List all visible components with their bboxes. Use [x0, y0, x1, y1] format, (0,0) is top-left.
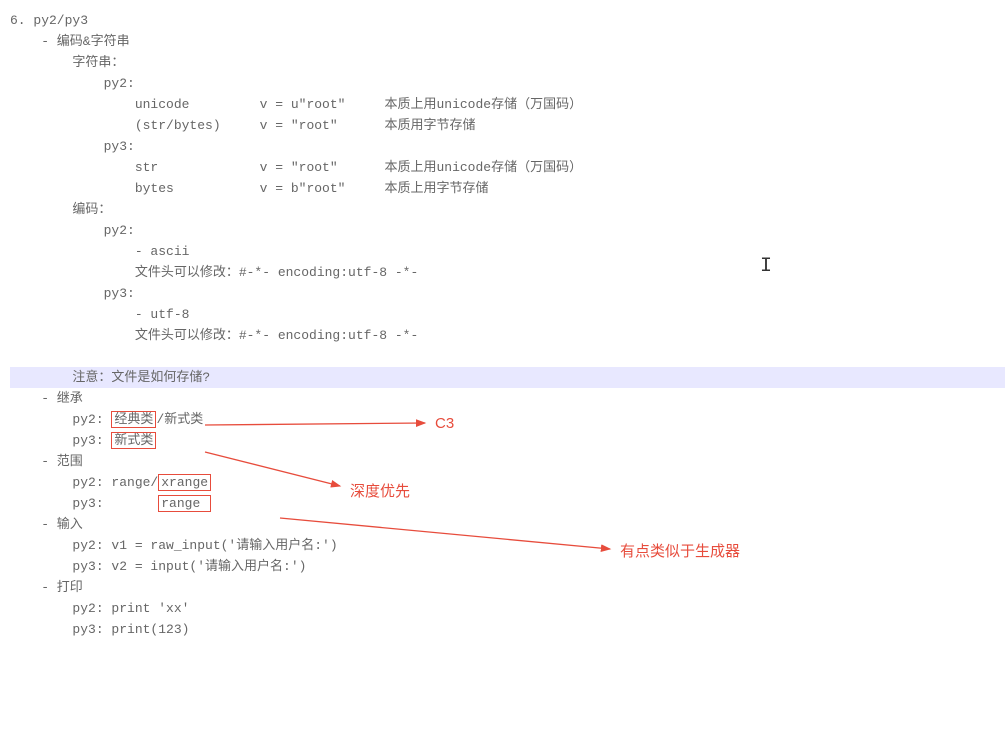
code-line: py3: — [10, 283, 1005, 304]
code-line: - 范围 — [10, 451, 1005, 472]
code-line: 字符串： — [10, 52, 1005, 73]
code-line: py3: 新式类 — [10, 430, 1005, 451]
code-line: (str/bytes) v = "root" 本质用字节存储 — [10, 115, 1005, 136]
code-line: - 打印 — [10, 577, 1005, 598]
code-line: py2: — [10, 73, 1005, 94]
code-line: py3: range — [10, 493, 1005, 514]
code-line: py3: v2 = input('请输入用户名:') — [10, 556, 1005, 577]
code-line: 文件头可以修改：#-*- encoding:utf-8 -*- — [10, 262, 1005, 283]
code-line: py3: — [10, 136, 1005, 157]
code-line: py2: v1 = raw_input('请输入用户名:') — [10, 535, 1005, 556]
boxed-text-classic-class: 经典类 — [111, 411, 156, 428]
highlighted-line: 注意：文件是如何存储? — [10, 367, 1005, 388]
annotation-c3: C3 — [435, 415, 454, 432]
text-cursor-icon: I — [760, 255, 772, 278]
code-line: py2: print 'xx' — [10, 598, 1005, 619]
boxed-text-new-style-class: 新式类 — [111, 432, 156, 449]
code-line: py2: 经典类/新式类 — [10, 409, 1005, 430]
code-line — [10, 346, 1005, 367]
code-line: 编码： — [10, 199, 1005, 220]
code-line: unicode v = u"root" 本质上用unicode存储（万国码） — [10, 94, 1005, 115]
code-text: /新式类 — [156, 412, 203, 427]
boxed-text-range: range — [158, 495, 211, 512]
code-line: - 编码&字符串 — [10, 31, 1005, 52]
annotation-generator: 有点类似于生成器 — [620, 540, 740, 561]
code-line: 6. py2/py3 — [10, 10, 1005, 31]
code-line: py2: — [10, 220, 1005, 241]
code-line: bytes v = b"root" 本质上用字节存储 — [10, 178, 1005, 199]
boxed-text-xrange: xrange — [158, 474, 211, 491]
code-text: py2: range/ — [10, 475, 158, 490]
code-line: py3: print(123) — [10, 619, 1005, 640]
code-text: py2: — [10, 412, 111, 427]
code-line: str v = "root" 本质上用unicode存储（万国码） — [10, 157, 1005, 178]
code-line: - ascii — [10, 241, 1005, 262]
code-line: - 输入 — [10, 514, 1005, 535]
annotation-depth-first: 深度优先 — [350, 480, 410, 501]
code-line: - utf-8 — [10, 304, 1005, 325]
code-line: - 继承 — [10, 388, 1005, 409]
code-text: py3: — [10, 496, 158, 511]
code-line: py2: range/xrange — [10, 472, 1005, 493]
code-line: 文件头可以修改：#-*- encoding:utf-8 -*- — [10, 325, 1005, 346]
code-text: py3: — [10, 433, 111, 448]
